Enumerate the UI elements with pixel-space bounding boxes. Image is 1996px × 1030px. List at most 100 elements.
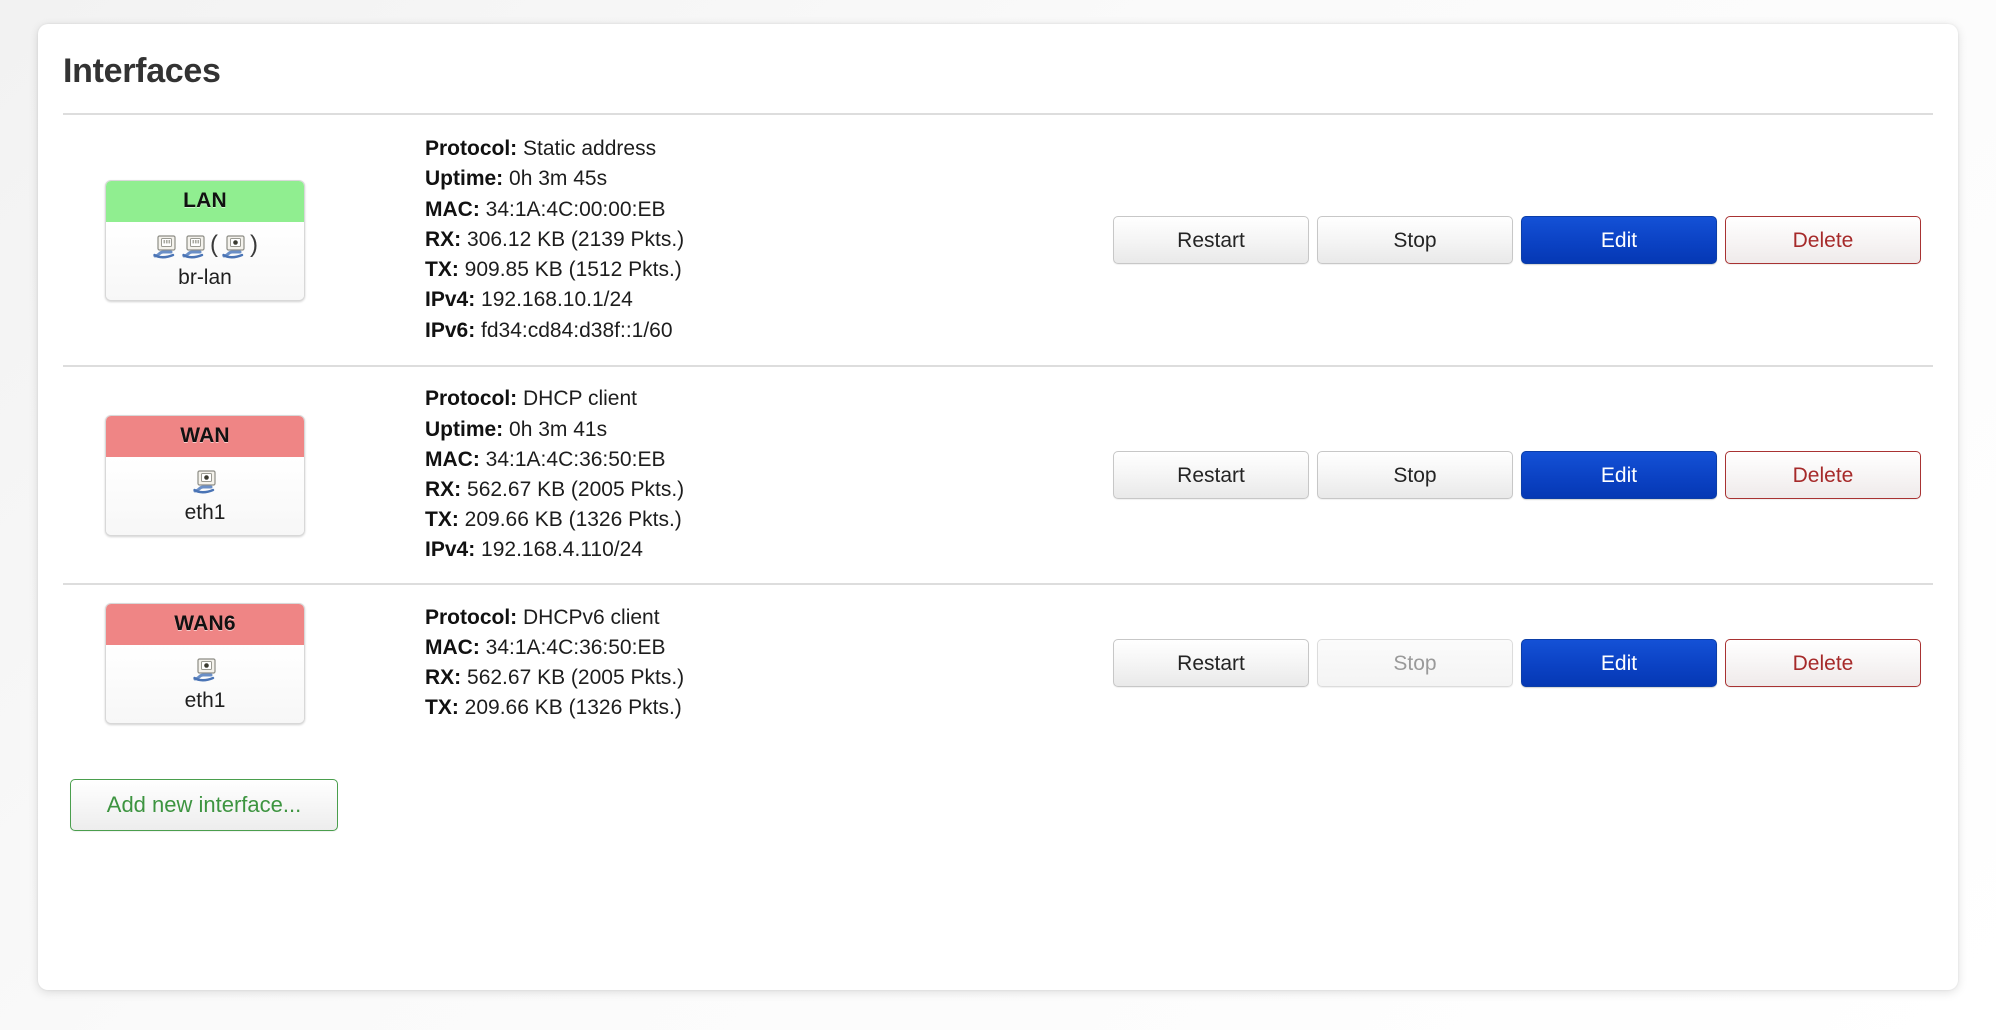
stop-button: Stop (1317, 639, 1513, 687)
badge-column: WAN eth1 (63, 414, 403, 536)
device-name: eth1 (184, 500, 226, 524)
delete-button[interactable]: Delete (1725, 216, 1921, 264)
interface-details-lan: Protocol: Static address Uptime: 0h 3m 4… (403, 134, 1103, 346)
stop-button[interactable]: Stop (1317, 216, 1513, 264)
detail-protocol-label: Protocol: (425, 605, 518, 629)
detail-protocol: Protocol: DHCPv6 client (425, 603, 1103, 633)
zone-badge-wan[interactable]: WAN eth1 (105, 414, 305, 536)
edit-button[interactable]: Edit (1521, 216, 1717, 264)
ethernet-icon (152, 234, 178, 260)
detail-uptime-label: Uptime: (425, 167, 504, 191)
detail-protocol-label: Protocol: (425, 387, 518, 411)
detail-mac: MAC: 34:1A:4C:36:50:EB (425, 633, 1103, 663)
interface-details-wan: Protocol: DHCP client Uptime: 0h 3m 41s … (403, 384, 1103, 565)
device-icon-group: ( ) (106, 230, 304, 264)
detail-ipv4-label: IPv4: (425, 288, 476, 312)
badge-column: WAN6 eth1 (63, 602, 403, 724)
interfaces-card: Interfaces LAN () br-lan Protocol: Stat… (38, 24, 1958, 990)
stop-button[interactable]: Stop (1317, 451, 1513, 499)
page-background: Interfaces LAN () br-lan Protocol: Stat… (0, 0, 1996, 1030)
detail-rx: RX: 562.67 KB (2005 Pkts.) (425, 475, 1103, 505)
interface-row-lan: LAN () br-lan Protocol: Static address … (50, 115, 1946, 365)
detail-rx-label: RX: (425, 478, 462, 501)
interface-details-wan6: Protocol: DHCPv6 client MAC: 34:1A:4C:36… (403, 603, 1103, 724)
edit-button[interactable]: Edit (1521, 451, 1717, 499)
restart-button[interactable]: Restart (1113, 639, 1309, 687)
detail-tx-value: 909.85 KB (1512 Pkts.) (464, 258, 682, 282)
paren-close: ) (250, 230, 258, 258)
action-buttons-lan: Restart Stop Edit Delete (1103, 216, 1933, 264)
zone-badge-label: WAN6 (106, 603, 304, 645)
detail-protocol-value: DHCP client (523, 387, 637, 411)
detail-ipv4-label: IPv4: (425, 538, 476, 562)
detail-uptime: Uptime: 0h 3m 45s (425, 164, 1103, 194)
detail-tx-value: 209.66 KB (1326 Pkts.) (464, 696, 682, 720)
detail-tx-label: TX: (425, 696, 459, 720)
detail-uptime-value: 0h 3m 45s (509, 167, 608, 191)
detail-tx-value: 209.66 KB (1326 Pkts.) (464, 508, 682, 532)
detail-mac: MAC: 34:1A:4C:36:50:EB (425, 445, 1103, 475)
detail-mac: MAC: 34:1A:4C:00:00:EB (425, 195, 1103, 225)
device-name: br-lan (178, 265, 232, 289)
detail-protocol: Protocol: DHCP client (425, 384, 1103, 414)
detail-mac-label: MAC: (425, 447, 480, 471)
ethernet-icon (221, 234, 247, 260)
detail-rx-value: 562.67 KB (2005 Pkts.) (467, 666, 685, 689)
detail-rx-label: RX: (425, 227, 462, 251)
detail-rx: RX: 306.12 KB (2139 Pkts.) (425, 225, 1103, 255)
add-new-interface-button[interactable]: Add new interface... (70, 779, 338, 831)
detail-rx-label: RX: (425, 666, 462, 689)
page-title: Interfaces (63, 52, 221, 90)
zone-badge-label: WAN (106, 415, 304, 457)
detail-rx: RX: 562.67 KB (2005 Pkts.) (425, 663, 1103, 693)
detail-uptime-value: 0h 3m 41s (509, 417, 608, 441)
zone-badge-lan[interactable]: LAN () br-lan (105, 179, 305, 301)
edit-button[interactable]: Edit (1521, 639, 1717, 687)
device-icon-group (106, 653, 304, 687)
detail-ipv4-value: 192.168.4.110/24 (481, 538, 643, 562)
restart-button[interactable]: Restart (1113, 216, 1309, 264)
detail-protocol-value: DHCPv6 client (523, 605, 660, 629)
action-buttons-wan: Restart Stop Edit Delete (1103, 451, 1933, 499)
delete-button[interactable]: Delete (1725, 639, 1921, 687)
delete-button[interactable]: Delete (1725, 451, 1921, 499)
zone-badge-body: eth1 (106, 456, 304, 535)
detail-ipv4: IPv4: 192.168.4.110/24 (425, 535, 1103, 565)
detail-ipv4-value: 192.168.10.1/24 (481, 288, 633, 312)
device-name: eth1 (184, 688, 226, 712)
detail-tx-label: TX: (425, 508, 459, 532)
detail-tx: TX: 909.85 KB (1512 Pkts.) (425, 255, 1103, 285)
restart-button[interactable]: Restart (1113, 451, 1309, 499)
detail-mac-value: 34:1A:4C:00:00:EB (485, 197, 666, 221)
paren-open: ( (210, 230, 218, 258)
ethernet-icon (192, 657, 218, 683)
action-buttons-wan6: Restart Stop Edit Delete (1103, 639, 1933, 687)
zone-badge-body: ( ) br-lan (106, 221, 304, 300)
detail-mac-label: MAC: (425, 635, 480, 659)
detail-tx-label: TX: (425, 258, 459, 282)
detail-mac-value: 34:1A:4C:36:50:EB (485, 635, 666, 659)
detail-tx: TX: 209.66 KB (1326 Pkts.) (425, 505, 1103, 535)
detail-mac-label: MAC: (425, 197, 480, 221)
detail-protocol-value: Static address (523, 137, 657, 161)
ethernet-icon (192, 469, 218, 495)
detail-uptime: Uptime: 0h 3m 41s (425, 415, 1103, 445)
detail-rx-value: 306.12 KB (2139 Pkts.) (467, 227, 685, 251)
badge-column: LAN () br-lan (63, 179, 403, 301)
zone-badge-wan6[interactable]: WAN6 eth1 (105, 602, 305, 724)
detail-ipv6-value: fd34:cd84:d38f::1/60 (481, 318, 673, 342)
detail-uptime-label: Uptime: (425, 417, 504, 441)
detail-protocol-label: Protocol: (425, 137, 518, 161)
detail-mac-value: 34:1A:4C:36:50:EB (485, 447, 666, 471)
footer-area: Add new interface... (50, 741, 1946, 831)
zone-badge-body: eth1 (106, 644, 304, 723)
detail-ipv6: IPv6: fd34:cd84:d38f::1/60 (425, 316, 1103, 346)
interface-row-wan6: WAN6 eth1 Protocol: DHCPv6 client MAC: 3… (50, 585, 1946, 741)
detail-protocol: Protocol: Static address (425, 134, 1103, 164)
detail-ipv6-label: IPv6: (425, 318, 476, 342)
device-icon-group (106, 465, 304, 499)
detail-ipv4: IPv4: 192.168.10.1/24 (425, 285, 1103, 315)
zone-badge-label: LAN (106, 180, 304, 222)
interface-row-wan: WAN eth1 Protocol: DHCP client Uptime: 0… (50, 367, 1946, 583)
detail-tx: TX: 209.66 KB (1326 Pkts.) (425, 693, 1103, 723)
